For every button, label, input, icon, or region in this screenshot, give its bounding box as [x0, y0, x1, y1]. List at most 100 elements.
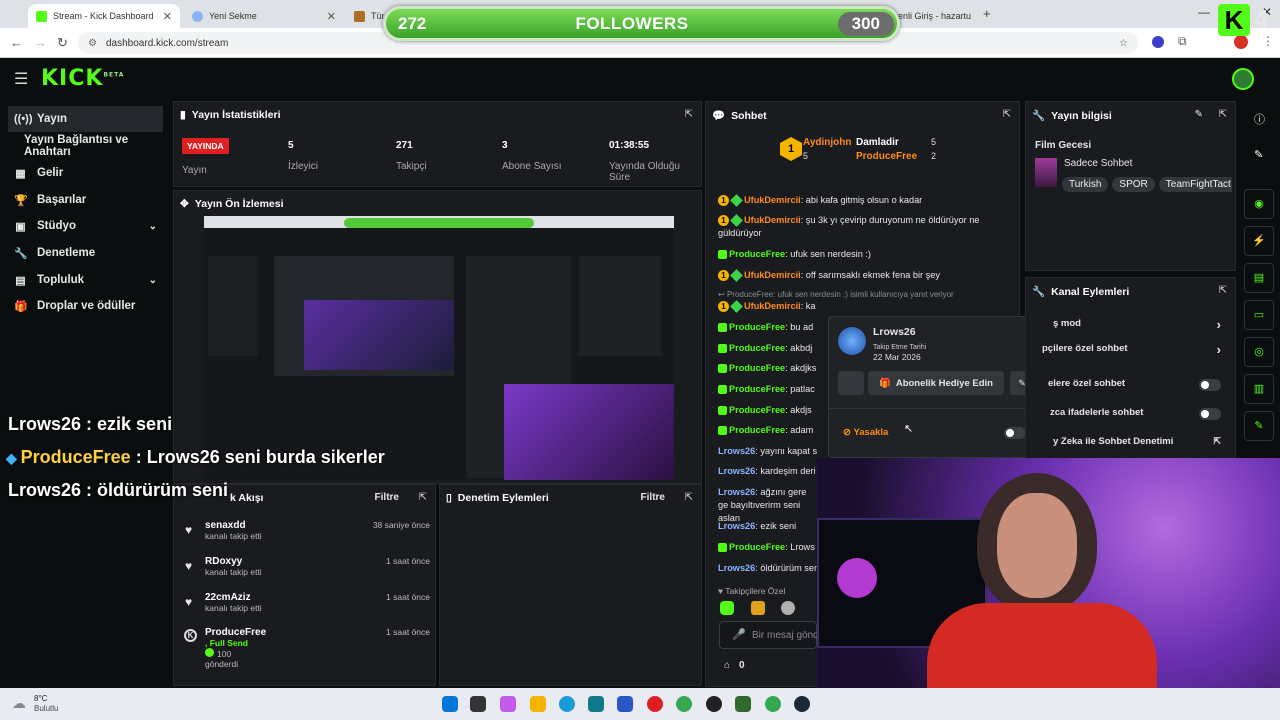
- edit-pencil-icon[interactable]: ✎: [1195, 109, 1203, 120]
- ban-toggle[interactable]: [1004, 427, 1026, 439]
- file-explorer-icon[interactable]: [530, 696, 546, 712]
- chrome-icon[interactable]: [765, 696, 781, 712]
- leader-second[interactable]: Damladir: [856, 137, 899, 148]
- microphone-icon[interactable]: 🎤: [732, 628, 746, 641]
- profile-avatar[interactable]: [1234, 35, 1248, 49]
- sidebar-item-yayin[interactable]: ((•)) Yayın: [8, 106, 163, 132]
- wrench-icon[interactable]: ✎: [1244, 411, 1274, 441]
- gift-icon[interactable]: ⌂: [724, 660, 730, 671]
- menu-dots-icon[interactable]: ⋮: [1262, 34, 1274, 48]
- chat-user[interactable]: UfukDemircii: [744, 195, 801, 205]
- activity-filter-button[interactable]: Filtre: [375, 492, 399, 503]
- tag-chip[interactable]: Turkish: [1062, 177, 1109, 192]
- user-card-action-button[interactable]: [838, 371, 864, 395]
- channel-action-row[interactable]: pçilere özel sohbet ›: [1042, 342, 1227, 359]
- popout-icon[interactable]: ⇱: [685, 492, 693, 503]
- chat-user[interactable]: Lrows26: [718, 521, 755, 531]
- moderation-filter-button[interactable]: Filtre: [641, 492, 665, 503]
- stream-preview-video[interactable]: [204, 216, 674, 480]
- extension-icon[interactable]: [1152, 36, 1164, 48]
- reload-icon[interactable]: ↻: [57, 35, 68, 51]
- hamburger-menu-icon[interactable]: ☰: [14, 69, 28, 89]
- info-icon[interactable]: ⓘ: [1254, 111, 1265, 127]
- extension-puzzle-icon[interactable]: ⧉: [1178, 34, 1187, 49]
- tag-chip[interactable]: TeamFightTact: [1158, 177, 1232, 192]
- chat-user[interactable]: ProduceFree: [729, 425, 785, 435]
- app-icon[interactable]: [735, 696, 751, 712]
- back-arrow-icon[interactable]: ←: [10, 35, 23, 50]
- chat-input[interactable]: 🎤 Bir mesaj gönd: [719, 621, 819, 649]
- kick-logo[interactable]: KICKBETA: [41, 66, 124, 91]
- bookmark-star-icon[interactable]: ☆: [1119, 38, 1128, 49]
- chat-icon[interactable]: ▭: [1244, 300, 1274, 330]
- steam-icon[interactable]: [794, 696, 810, 712]
- sidebar-item-basarilar[interactable]: 🏆 Başarılar: [8, 187, 163, 213]
- windows-start-icon[interactable]: [442, 696, 458, 712]
- lightning-icon[interactable]: ⚡: [1244, 226, 1274, 256]
- emote-icon[interactable]: [781, 601, 795, 615]
- sidebar-item-denetleme[interactable]: 🔧 Denetleme: [8, 240, 163, 266]
- ban-label[interactable]: ⊘ Yasakla: [843, 427, 888, 438]
- sidebar-item-gelir[interactable]: ▦ Gelir: [8, 160, 163, 186]
- new-tab-plus-icon[interactable]: +: [983, 6, 991, 21]
- obs-icon[interactable]: [706, 696, 722, 712]
- channel-action-row[interactable]: zca ifadelerle sohbet: [1042, 407, 1227, 423]
- pencil-icon[interactable]: ✎: [1254, 148, 1263, 161]
- sidebar-item-droplar[interactable]: 🎁 Droplar ve ödüller: [8, 293, 163, 319]
- chat-user[interactable]: ProduceFree: [729, 363, 785, 373]
- leader-third[interactable]: ProduceFree: [856, 151, 917, 162]
- layout-icon[interactable]: ▥: [1244, 374, 1274, 404]
- channel-action-row[interactable]: elere özel sohbet: [1042, 378, 1227, 394]
- chat-user[interactable]: ProduceFree: [729, 542, 785, 552]
- tag-chip[interactable]: SPOR: [1112, 177, 1155, 192]
- chat-user[interactable]: ProduceFree: [729, 322, 785, 332]
- site-info-icon[interactable]: ⚙: [88, 38, 97, 49]
- popout-icon[interactable]: ⇱: [1219, 109, 1227, 120]
- close-icon[interactable]: ✕: [327, 10, 336, 23]
- channel-action-row[interactable]: y Zeka ile Sohbet Denetimi ⇱: [1042, 436, 1227, 452]
- tab-new-tab[interactable]: Yeni Sekme ✕: [184, 4, 344, 28]
- app-icon[interactable]: [617, 696, 633, 712]
- chat-user[interactable]: UfukDemircii: [744, 301, 801, 311]
- forward-arrow-icon[interactable]: →: [34, 35, 47, 50]
- close-icon[interactable]: ✕: [163, 10, 172, 23]
- popout-icon[interactable]: ⇱: [685, 109, 693, 120]
- chrome-icon[interactable]: [676, 696, 692, 712]
- broadcast-icon[interactable]: ◎: [1244, 337, 1274, 367]
- chat-user[interactable]: ProduceFree: [729, 384, 785, 394]
- copilot-icon[interactable]: [500, 696, 516, 712]
- gift-subscription-button[interactable]: 🎁 Abonelik Hediye Edin: [868, 371, 1004, 395]
- chat-user[interactable]: ProduceFree: [729, 343, 785, 353]
- chat-user[interactable]: Lrows26: [718, 563, 755, 573]
- edge-icon[interactable]: [559, 696, 575, 712]
- sidebar-item-stream-key[interactable]: Yayın Bağlantısı ve Anahtarı: [18, 133, 173, 159]
- popout-icon[interactable]: ⇱: [1219, 285, 1227, 296]
- emote-icon[interactable]: [720, 601, 734, 615]
- tab-turkish[interactable]: Türki: [346, 4, 384, 28]
- minimize-icon[interactable]: —: [1198, 5, 1210, 19]
- store-icon[interactable]: [588, 696, 604, 712]
- category-name[interactable]: Sadece Sohbet: [1064, 158, 1132, 169]
- channel-action-row[interactable]: ş mod ›: [1042, 317, 1227, 334]
- tab-kick-dashboard[interactable]: Stream - Kick Dashboard ✕: [28, 4, 180, 28]
- document-icon[interactable]: ▤: [1244, 263, 1274, 293]
- leader-user[interactable]: Aydinjohn: [803, 137, 852, 148]
- popout-icon[interactable]: ⇱: [419, 492, 427, 503]
- chat-user[interactable]: Lrows26: [718, 466, 755, 476]
- chat-user[interactable]: ProduceFree: [729, 249, 785, 259]
- preview-toggle-icon[interactable]: ◉: [1244, 189, 1274, 219]
- popout-icon[interactable]: ⇱: [1003, 109, 1011, 120]
- sidebar-item-topluluk[interactable]: ▤ Topluluk ⌄: [8, 267, 163, 293]
- opera-icon[interactable]: [647, 696, 663, 712]
- chat-user[interactable]: UfukDemircii: [744, 215, 801, 225]
- sidebar-item-studyo[interactable]: ▣ Stüdyo ⌄: [8, 213, 163, 239]
- chat-user[interactable]: Lrows26: [718, 446, 755, 456]
- user-avatar[interactable]: [1232, 68, 1254, 90]
- taskview-icon[interactable]: [470, 696, 486, 712]
- chat-user[interactable]: ProduceFree: [729, 405, 785, 415]
- toggle-switch[interactable]: [1199, 379, 1221, 391]
- emote-icon[interactable]: [751, 601, 765, 615]
- chat-user[interactable]: UfukDemircii: [744, 270, 801, 280]
- chat-user[interactable]: Lrows26: [718, 487, 755, 497]
- toggle-switch[interactable]: [1199, 408, 1221, 420]
